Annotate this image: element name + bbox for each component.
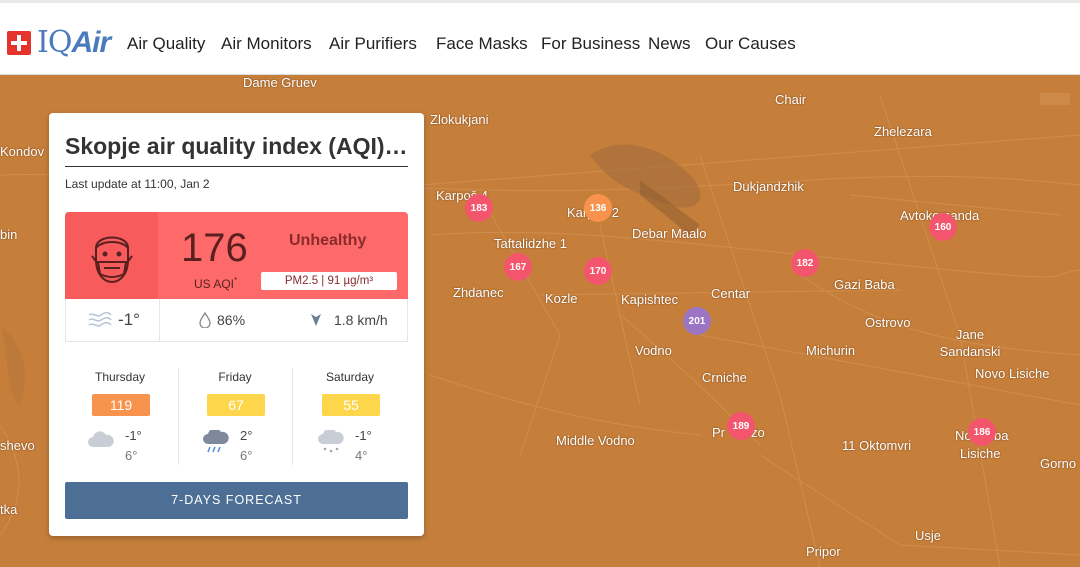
wind-direction-icon	[311, 314, 321, 326]
nav-face-masks[interactable]: Face Masks	[436, 34, 528, 54]
aqi-marker[interactable]: 160	[929, 213, 957, 241]
nav-air-monitors[interactable]: Air Monitors	[221, 34, 312, 54]
aqi-panel: 176 US AQI* Unhealthy PM2.5 | 91 µg/m³	[65, 212, 408, 299]
last-update: Last update at 11:00, Jan 2	[65, 177, 210, 191]
temperature: -1°	[118, 310, 140, 329]
aqi-marker[interactable]: 182	[791, 249, 819, 277]
nav-air-purifiers[interactable]: Air Purifiers	[329, 34, 417, 54]
humidity-icon	[199, 312, 211, 328]
place-label: Zhdanec	[453, 285, 504, 300]
aqi-marker[interactable]: 167	[504, 253, 532, 281]
nav-our-causes[interactable]: Our Causes	[705, 34, 796, 54]
place-label: Zlokukjani	[430, 112, 489, 127]
place-label: Gorno	[1040, 456, 1077, 471]
fog-icon	[88, 312, 112, 327]
place-label: 11 Oktomvri	[842, 438, 912, 453]
nav-air-quality[interactable]: Air Quality	[127, 34, 205, 54]
aqi-level: Unhealthy	[289, 232, 367, 249]
place-label: Vodno	[635, 343, 672, 358]
face-mask-icon	[65, 212, 158, 299]
nav-news[interactable]: News	[648, 34, 691, 54]
place-label: Novo Lisiche	[975, 366, 1050, 381]
forecast-day: Saturday 55 -1° 4°	[295, 368, 405, 465]
rain-cloud-icon	[203, 430, 229, 453]
place-label: Dame Gruev	[243, 75, 317, 90]
place-label: Chair	[775, 92, 807, 107]
humidity: 86%	[217, 312, 246, 328]
aqi-marker[interactable]: 189	[727, 412, 755, 440]
wind-speed: 1.8 km/h	[334, 312, 388, 328]
place-label: Zhelezara	[874, 124, 932, 139]
place-label: Gazi Baba	[834, 277, 895, 292]
iqair-logo[interactable]: IQAir	[7, 25, 111, 60]
place-label: ba	[994, 428, 1009, 443]
nav-for-business[interactable]: For Business	[541, 34, 640, 54]
forecast-aqi: 119	[92, 394, 150, 416]
aqi-marker[interactable]: 170	[584, 257, 612, 285]
aqi-value: 176	[181, 226, 248, 270]
place-label: shevo	[0, 438, 35, 453]
place-label: Debar Maalo	[632, 226, 707, 241]
place-label: Lisiche	[960, 446, 1001, 461]
aqi-marker[interactable]: 201	[683, 307, 711, 335]
snow-cloud-icon	[318, 430, 344, 453]
brand-suffix: Air	[71, 26, 111, 59]
top-navigation: IQAir Air Quality Air Monitors Air Purif…	[0, 0, 1080, 75]
current-weather: -1° 86% 1.8 km/h	[65, 299, 408, 342]
place-label: Ostrovo	[865, 315, 911, 330]
seven-day-forecast-button[interactable]: 7-DAYS FORECAST	[65, 482, 408, 519]
place-label: Taftalidzhe 1	[494, 236, 567, 251]
forecast-aqi: 67	[207, 394, 265, 416]
forecast-days: Thursday 119 -1° 6° Friday 67 2° 6° Satu…	[65, 368, 408, 465]
place-label: bin	[0, 227, 18, 242]
place-label: Centar	[711, 286, 751, 301]
aqi-marker[interactable]: 186	[968, 418, 996, 446]
place-label: Kondov	[0, 144, 45, 159]
place-label: Kozle	[545, 291, 578, 306]
forecast-aqi: 55	[322, 394, 380, 416]
aqi-marker[interactable]: 136	[584, 194, 612, 222]
cloud-icon	[88, 431, 114, 447]
aqi-unit: US AQI*	[194, 276, 238, 291]
place-label: Usje	[915, 528, 942, 543]
main-pollutant: PM2.5 | 91 µg/m³	[261, 272, 397, 290]
swiss-flag-icon	[7, 30, 31, 55]
place-label: Jane Sandanski	[939, 327, 1001, 359]
brand-prefix: IQ	[37, 25, 72, 60]
place-label: Dukjandzhik	[733, 179, 804, 194]
card-title: Skopje air quality index (AQI) and PM2.5…	[65, 133, 408, 167]
forecast-day: Friday 67 2° 6°	[180, 368, 290, 465]
place-label: Michurin	[806, 343, 856, 358]
place-label: Middle Vodno	[556, 433, 635, 448]
place-label: Pripor	[806, 544, 841, 559]
place-label: Crniche	[702, 370, 747, 385]
place-label: Kapishtec	[621, 292, 679, 307]
forecast-day: Thursday 119 -1° 6°	[65, 368, 175, 465]
place-label: tka	[0, 502, 18, 517]
aqi-marker[interactable]: 183	[465, 194, 493, 222]
place-label: Pr	[712, 425, 725, 440]
aqi-card: Skopje air quality index (AQI) and PM2.5…	[49, 113, 424, 536]
